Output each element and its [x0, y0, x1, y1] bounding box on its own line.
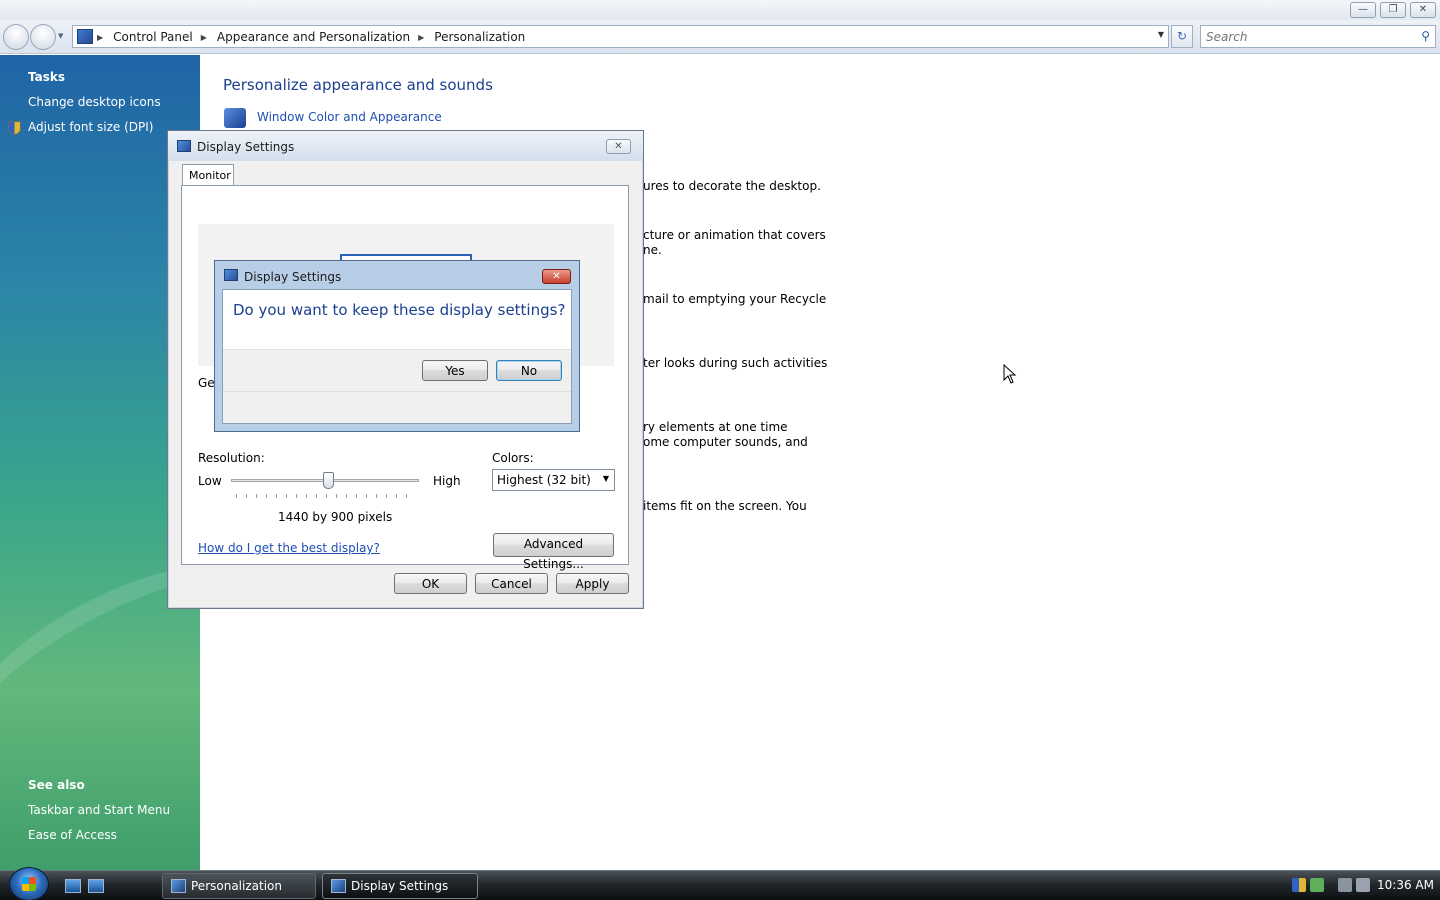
control-panel-icon: [77, 29, 93, 44]
breadcrumb-chevron-icon[interactable]: ▶: [201, 33, 207, 42]
restore-button[interactable]: ❐: [1380, 2, 1406, 18]
confirm-divider: [223, 391, 571, 392]
mouse-pointers-description: ter looks during such activities: [643, 356, 828, 370]
page-title: Personalize appearance and sounds: [223, 76, 493, 94]
resolution-value: 1440 by 900 pixels: [278, 510, 393, 524]
desktop-background-description: ures to decorate the desktop.: [643, 179, 821, 193]
search-box: ⚲: [1200, 25, 1436, 48]
security-shield-icon[interactable]: [1292, 878, 1306, 892]
ease-of-access-link[interactable]: Ease of Access: [28, 828, 117, 842]
colors-label: Colors:: [492, 451, 534, 465]
resolution-label: Resolution:: [198, 451, 265, 465]
chevron-down-icon: ▼: [602, 474, 609, 483]
minimize-button[interactable]: —: [1350, 2, 1376, 18]
screen-saver-description-line1: cture or animation that covers: [643, 228, 826, 242]
start-orb-icon[interactable]: [9, 867, 49, 900]
keep-settings-question: Do you want to keep these display settin…: [233, 301, 566, 319]
window-color-appearance-link[interactable]: Window Color and Appearance: [257, 110, 442, 124]
address-bar[interactable]: ▶ Control Panel ▶ Appearance and Persona…: [72, 25, 1169, 48]
shield-icon: [8, 121, 21, 135]
breadcrumb-appearance[interactable]: Appearance and Personalization: [217, 30, 410, 44]
address-dropdown-icon[interactable]: ▼: [1158, 30, 1164, 39]
ok-button[interactable]: OK: [394, 573, 467, 594]
best-display-help-link[interactable]: How do I get the best display?: [198, 541, 380, 555]
screen-saver-description-line2: ne.: [643, 243, 662, 257]
slider-high-label: High: [433, 474, 461, 488]
refresh-icon[interactable]: ↻: [1171, 25, 1193, 48]
back-icon[interactable]: [3, 24, 29, 50]
display-settings-icon: [224, 269, 238, 281]
confirm-message-area: Do you want to keep these display settin…: [223, 290, 571, 350]
confirm-dialog-title: Display Settings: [244, 270, 342, 284]
taskbar: Personalization Display Settings 10:36 A…: [0, 867, 1440, 900]
adjust-font-size-link[interactable]: Adjust font size (DPI): [28, 120, 153, 134]
theme-description-line2: ome computer sounds, and: [643, 435, 808, 449]
network-status-icon[interactable]: [1310, 878, 1324, 892]
yes-button[interactable]: Yes: [422, 360, 488, 381]
tasks-heading: Tasks: [28, 70, 66, 84]
forward-icon[interactable]: [30, 24, 56, 50]
window-caption-bar: — ❐ ✕: [0, 0, 1440, 20]
tab-monitor[interactable]: Monitor: [182, 164, 234, 186]
network-disconnected-icon[interactable]: [1338, 878, 1352, 892]
recent-pages-dropdown-icon[interactable]: ▼: [58, 32, 66, 40]
taskbar-start-menu-link[interactable]: Taskbar and Start Menu: [28, 803, 170, 817]
control-panel-icon: [171, 879, 186, 893]
change-desktop-icons-link[interactable]: Change desktop icons: [28, 95, 161, 109]
volume-muted-icon[interactable]: [1356, 878, 1370, 892]
confirm-dialog-body: Do you want to keep these display settin…: [222, 289, 572, 424]
navigation-bar: ▼ ▶ Control Panel ▶ Appearance and Perso…: [0, 20, 1440, 54]
close-icon[interactable]: ✕: [542, 269, 571, 284]
clock[interactable]: 10:36 AM: [1377, 878, 1434, 892]
breadcrumb-chevron-icon[interactable]: ▶: [97, 33, 103, 42]
breadcrumb-chevron-icon[interactable]: ▶: [418, 33, 424, 42]
mouse-cursor-icon: [1003, 364, 1017, 384]
no-button[interactable]: No: [496, 360, 562, 381]
switch-windows-icon[interactable]: [88, 879, 104, 893]
slider-ticks: [236, 494, 416, 498]
close-icon[interactable]: ✕: [606, 139, 631, 154]
cancel-button[interactable]: Cancel: [475, 573, 548, 594]
display-settings-icon: [177, 140, 191, 152]
colors-select-value: Highest (32 bit): [497, 473, 591, 487]
window-color-icon[interactable]: [224, 108, 246, 128]
windows-logo-icon: [22, 877, 36, 891]
dialog-title: Display Settings: [197, 140, 295, 154]
see-also-heading: See also: [28, 778, 85, 792]
keep-settings-dialog: Display Settings ✕ Do you want to keep t…: [214, 260, 580, 432]
colors-select[interactable]: Highest (32 bit) ▼: [492, 469, 615, 491]
advanced-settings-button[interactable]: Advanced Settings...: [493, 533, 614, 571]
dialog-title-bar[interactable]: Display Settings ✕: [168, 131, 643, 161]
apply-button[interactable]: Apply: [556, 573, 629, 594]
search-input[interactable]: [1206, 27, 1406, 46]
show-desktop-icon[interactable]: [65, 879, 81, 893]
taskbar-button-label: Personalization: [191, 879, 282, 893]
display-settings-icon: [331, 879, 346, 893]
resolution-slider-thumb[interactable]: [323, 472, 335, 489]
taskbar-personalization[interactable]: Personalization: [162, 873, 316, 899]
taskbar-button-label: Display Settings: [351, 879, 449, 893]
breadcrumb-personalization[interactable]: Personalization: [434, 30, 525, 44]
taskbar-display-settings[interactable]: Display Settings: [322, 873, 478, 899]
close-window-button[interactable]: ✕: [1410, 2, 1436, 18]
search-icon[interactable]: ⚲: [1421, 29, 1430, 43]
slider-low-label: Low: [198, 474, 222, 488]
sounds-description: mail to emptying your Recycle: [643, 292, 827, 306]
breadcrumb: ▶ Control Panel ▶ Appearance and Persona…: [97, 30, 525, 44]
theme-description-line1: ry elements at one time: [643, 420, 788, 434]
display-settings-description: items fit on the screen. You: [643, 499, 807, 513]
breadcrumb-control-panel[interactable]: Control Panel: [113, 30, 193, 44]
